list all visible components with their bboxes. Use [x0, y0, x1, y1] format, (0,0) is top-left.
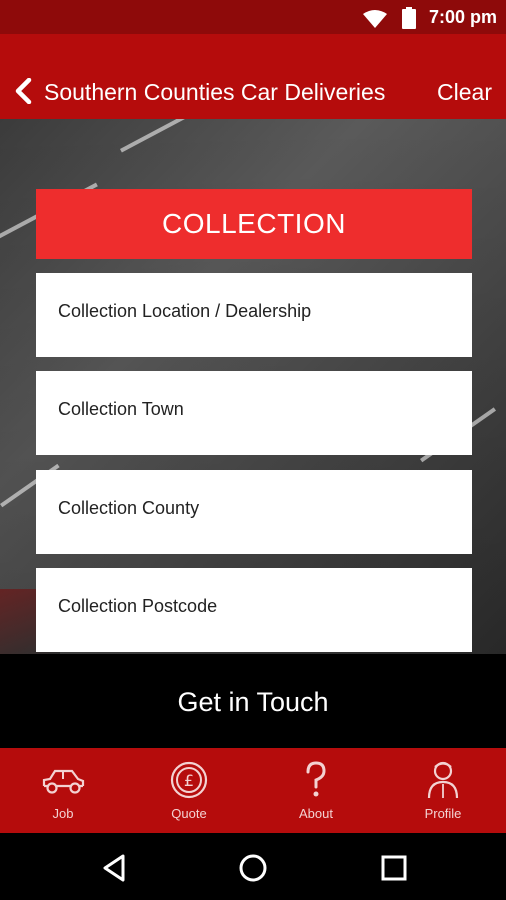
home-circle-icon[interactable]	[236, 851, 270, 885]
field-placeholder: Collection Postcode	[58, 596, 218, 616]
car-icon	[42, 769, 85, 794]
tab-label: About	[299, 806, 333, 821]
tab-label: Profile	[424, 806, 462, 821]
form-area: COLLECTION Collection Location / Dealers…	[0, 119, 506, 654]
collection-postcode-field[interactable]: Collection Postcode	[36, 568, 472, 652]
tab-label: Job	[52, 806, 74, 821]
tab-job[interactable]: Job	[0, 748, 126, 833]
collection-location-field[interactable]: Collection Location / Dealership	[36, 273, 472, 357]
field-placeholder: Collection Location / Dealership	[58, 301, 312, 321]
battery-icon	[402, 7, 416, 29]
status-bar: 7:00 pm	[0, 0, 506, 34]
collection-town-field[interactable]: Collection Town	[36, 371, 472, 455]
recents-square-icon[interactable]	[377, 851, 411, 885]
section-header: COLLECTION	[36, 189, 472, 259]
collection-county-field[interactable]: Collection County	[36, 470, 472, 554]
road-marking	[120, 119, 246, 153]
system-nav-bar	[0, 833, 506, 900]
tab-label: Quote	[171, 806, 207, 821]
field-placeholder: Collection Town	[58, 399, 184, 419]
svg-text:£: £	[184, 771, 194, 790]
bottom-tab-bar: Job £ Quote About Profile	[0, 748, 506, 833]
status-time: 7:00 pm	[428, 7, 497, 27]
clear-button[interactable]: Clear	[437, 78, 492, 106]
person-icon	[427, 761, 459, 799]
app-bar: Southern Counties Car Deliveries Clear	[0, 34, 506, 119]
tab-profile[interactable]: Profile	[380, 748, 506, 833]
field-placeholder: Collection County	[58, 498, 200, 518]
back-arrow-icon[interactable]	[12, 78, 36, 104]
question-icon	[306, 761, 326, 797]
back-triangle-icon[interactable]	[97, 851, 131, 885]
tab-quote[interactable]: £ Quote	[126, 748, 252, 833]
tab-about[interactable]: About	[253, 748, 379, 833]
pound-coin-icon: £	[170, 761, 208, 799]
get-in-touch-button[interactable]: Get in Touch	[0, 654, 506, 748]
wifi-icon	[363, 10, 387, 28]
app-title: Southern Counties Car Deliveries	[44, 79, 386, 105]
